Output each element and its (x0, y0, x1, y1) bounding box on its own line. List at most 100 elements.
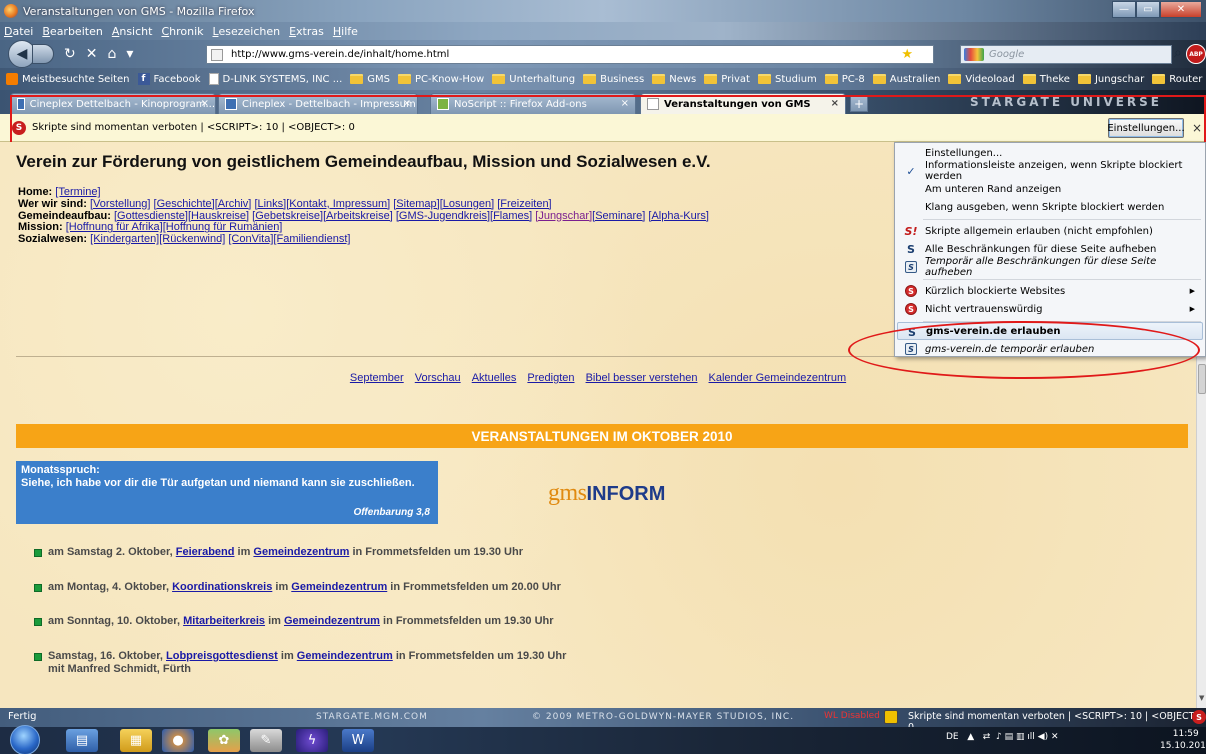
bookmark-folder-videoload[interactable]: Videoload (948, 74, 1015, 85)
bookmark-dlink[interactable]: D-LINK SYSTEMS, INC ... (208, 73, 342, 85)
tab-close-icon[interactable]: × (621, 98, 629, 109)
url-bar[interactable]: http://www.gms-verein.de/inhalt/home.htm… (206, 45, 934, 64)
nav-link[interactable]: [Kontakt, Impressum] (286, 198, 390, 210)
menu-item-temporaer-aufheben[interactable]: S Temporär alle Beschränkungen für diese … (897, 256, 1203, 278)
sublink-september[interactable]: September (350, 372, 404, 384)
bookmark-facebook[interactable]: f Facebook (137, 73, 201, 85)
nav-link[interactable]: [Archiv] (215, 198, 252, 210)
sublink-predigten[interactable]: Predigten (527, 372, 574, 384)
noscript-status-icon[interactable]: S (1192, 710, 1206, 724)
nav-link[interactable]: [Geschichte] (154, 198, 215, 210)
event-place-link[interactable]: Gemeindezentrum (253, 546, 349, 558)
winamp-icon[interactable]: ϟ (296, 729, 328, 752)
menu-bearbeiten[interactable]: Bearbeiten (42, 25, 102, 38)
tab-cineplex-impressum[interactable]: Cineplex - Dettelbach - Impressum × (218, 93, 418, 114)
bookmark-folder-theke[interactable]: Theke (1022, 74, 1070, 85)
menu-item-nicht-vertrauenswuerdig[interactable]: S Nicht vertrauenswürdig ▶ (897, 300, 1203, 318)
event-place-link[interactable]: Gemeindezentrum (284, 615, 380, 627)
sublink-kalender[interactable]: Kalender Gemeindezentrum (709, 372, 847, 384)
adblock-plus-icon[interactable]: ABP (1186, 44, 1206, 64)
nav-link[interactable]: [Rückenwind] (159, 233, 225, 245)
event-place-link[interactable]: Gemeindezentrum (291, 581, 387, 593)
minimize-button[interactable]: — (1112, 1, 1136, 18)
bookmark-folder-privat[interactable]: Privat (704, 74, 750, 85)
addon-status-icon[interactable] (884, 710, 898, 724)
start-button[interactable] (10, 725, 40, 754)
wl-status[interactable]: WL Disabled (824, 711, 880, 721)
menu-item-skripte-erlauben[interactable]: S! Skripte allgemein erlauben (nicht empf… (897, 222, 1203, 240)
nav-link[interactable]: [GMS-Jugendkreis] (396, 210, 490, 222)
scroll-down-icon[interactable]: ▼ (1199, 694, 1204, 702)
bookmark-folder-studium[interactable]: Studium (757, 74, 817, 85)
bookmark-star-icon[interactable]: ★ (901, 47, 913, 62)
einstellungen-button[interactable]: Einstellungen... (1107, 118, 1185, 138)
menu-extras[interactable]: Extras (289, 25, 324, 38)
event-title-link[interactable]: Koordinationskreis (172, 581, 272, 593)
menu-item-unterer-rand[interactable]: Am unteren Rand anzeigen (897, 180, 1203, 198)
menu-item-klang[interactable]: Klang ausgeben, wenn Skripte blockiert w… (897, 198, 1203, 216)
sublink-aktuelles[interactable]: Aktuelles (472, 372, 517, 384)
scrollbar-thumb[interactable] (1198, 364, 1206, 394)
menu-datei[interactable]: Datei (4, 25, 33, 38)
menu-chronik[interactable]: Chronik (161, 25, 203, 38)
search-input[interactable]: Google (960, 45, 1172, 64)
bookmark-folder-jungschar[interactable]: Jungschar (1077, 74, 1144, 85)
nav-link[interactable]: [Losungen] (440, 198, 494, 210)
sublink-bibel[interactable]: Bibel besser verstehen (586, 372, 698, 384)
nav-link[interactable]: [Kindergarten] (90, 233, 159, 245)
menu-hilfe[interactable]: Hilfe (333, 25, 358, 38)
tab-close-icon[interactable]: × (831, 98, 839, 109)
bookmark-folder-router[interactable]: Router (1152, 74, 1202, 85)
game-icon[interactable]: ✿ (208, 729, 240, 752)
menu-item-domain-temporaer[interactable]: Sgms-verein.de temporär erlauben (897, 340, 1203, 358)
nav-link[interactable]: [Flames] (490, 210, 532, 222)
nav-link[interactable]: [Familiendienst] (273, 233, 350, 245)
firefox-taskbar-icon[interactable]: ● (162, 729, 194, 752)
menu-lesezeichen[interactable]: Lesezeichen (213, 25, 281, 38)
nav-link[interactable]: [Vorstellung] (90, 198, 151, 210)
nav-link-termine[interactable]: [Termine] (55, 186, 100, 198)
nav-link[interactable]: [Jungschar] (535, 210, 592, 222)
menu-item-infoleiste[interactable]: ✓ Informationsleiste anzeigen, wenn Skrip… (897, 160, 1203, 182)
bookmark-folder-pc-8[interactable]: PC-8 (824, 74, 865, 85)
maximize-button[interactable]: ▭ (1136, 1, 1160, 18)
nav-link[interactable]: [Freizeiten] (497, 198, 551, 210)
bookmark-folder-news[interactable]: News (652, 74, 696, 85)
bookmark-folder-australien[interactable]: Australien (872, 74, 940, 85)
nav-link[interactable]: [Alpha-Kurs] (648, 210, 709, 222)
sublink-vorschau[interactable]: Vorschau (415, 372, 461, 384)
clock[interactable]: 11:59 15.10.2010 (1160, 728, 1206, 752)
menu-item-domain-erlauben[interactable]: Sgms-verein.de erlauben (897, 322, 1203, 340)
bookmark-meistbesuchte[interactable]: Meistbesuchte Seiten (6, 73, 130, 85)
forward-button[interactable] (32, 44, 54, 64)
nav-link[interactable]: [Seminare] (592, 210, 645, 222)
tab-veranstaltungen-gms[interactable]: Veranstaltungen von GMS × (640, 93, 846, 114)
bookmark-menu-icon[interactable]: ▾ (126, 46, 133, 62)
home-icon[interactable]: ⌂ (107, 46, 116, 62)
nav-link[interactable]: [Hauskreise] (188, 210, 249, 222)
nav-link[interactable]: [Hoffnung für Afrika] (66, 221, 163, 233)
nav-link[interactable]: [Gebetskreise] (252, 210, 323, 222)
tab-cineplex-kinoprogramm[interactable]: Cineplex Dettelbach - Kinoprogram... × (10, 93, 216, 114)
bookmark-folder-unterhaltung[interactable]: Unterhaltung (492, 74, 575, 85)
event-title-link[interactable]: Mitarbeiterkreis (183, 615, 265, 627)
bookmark-folder-business[interactable]: Business (583, 74, 644, 85)
explorer-icon[interactable]: ▤ (66, 729, 98, 752)
google-search-engine-icon[interactable] (964, 48, 984, 61)
language-indicator[interactable]: DE (946, 732, 959, 742)
bookmark-folder-gms[interactable]: GMS (350, 74, 390, 85)
nav-link[interactable]: [Hoffnung für Rumänien] (163, 221, 283, 233)
bookmark-folder-pc-know-how[interactable]: PC-Know-How (398, 74, 484, 85)
event-title-link[interactable]: Feierabend (176, 546, 235, 558)
tab-close-icon[interactable]: × (403, 98, 411, 109)
tab-noscript-addons[interactable]: NoScript :: Firefox Add-ons × (430, 93, 636, 114)
new-tab-button[interactable]: + (850, 95, 868, 112)
nav-link[interactable]: [ConVita] (228, 233, 273, 245)
tools-icon[interactable]: ✎ (250, 729, 282, 752)
tab-close-icon[interactable]: × (201, 98, 209, 109)
menu-ansicht[interactable]: Ansicht (112, 25, 153, 38)
nav-link[interactable]: [Sitemap] (393, 198, 439, 210)
app-icon[interactable]: ▦ (120, 729, 152, 752)
stop-icon[interactable]: ✕ (86, 46, 98, 62)
close-window-button[interactable]: ✕ (1160, 1, 1202, 18)
